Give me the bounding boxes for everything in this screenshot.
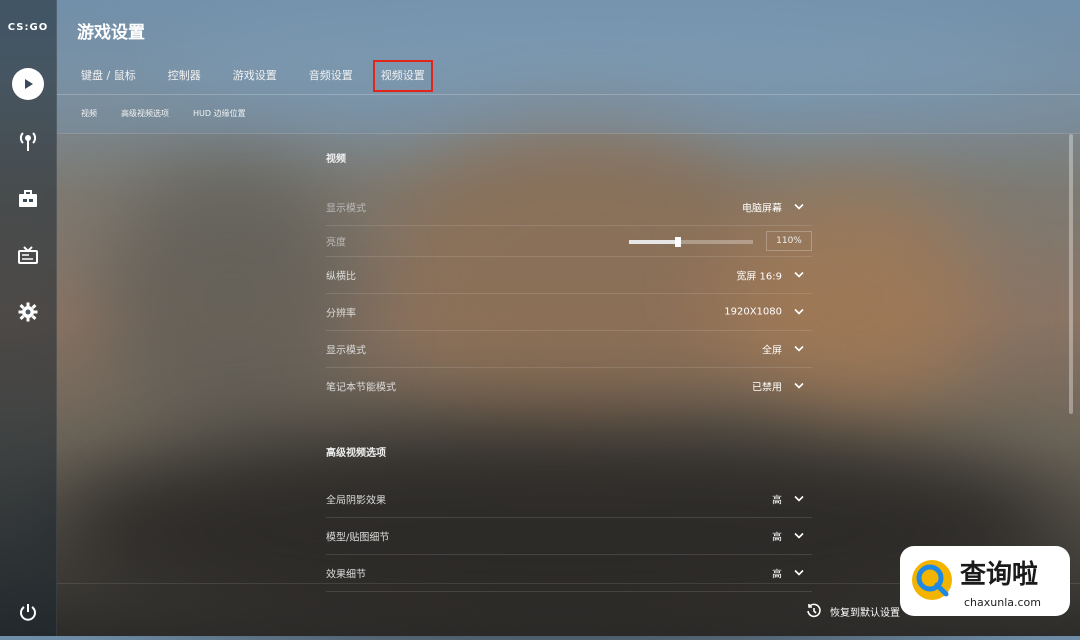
sub-tabs: 视频 高级视频选项 HUD 边缘位置 <box>81 108 270 119</box>
chevron-down-icon <box>794 569 804 576</box>
chevron-down-icon <box>794 382 804 389</box>
setting-row-model-texture[interactable]: 模型/贴图细节 高 <box>326 518 812 555</box>
setting-value: 全屏 <box>762 345 782 357</box>
divider <box>57 133 1080 134</box>
chevron-down-icon <box>794 271 804 278</box>
brightness-value: 110% <box>766 231 812 251</box>
setting-value: 高 <box>772 532 782 544</box>
setting-label: 笔记本节能模式 <box>326 382 396 394</box>
scrollbar[interactable] <box>1069 134 1073 414</box>
watermark-text: 查询啦 <box>960 560 1039 590</box>
slider-handle[interactable] <box>675 237 681 247</box>
setting-row-global-shadow[interactable]: 全局阴影效果 高 <box>326 481 812 518</box>
setting-value: 已禁用 <box>752 382 782 394</box>
divider <box>57 94 1080 95</box>
setting-value: 高 <box>772 495 782 507</box>
setting-label: 全局阴影效果 <box>326 495 386 507</box>
tab-video-settings[interactable]: 视频设置 <box>372 60 433 92</box>
setting-row-resolution[interactable]: 分辨率 1920X1080 <box>326 294 812 331</box>
power-icon <box>20 604 36 621</box>
subtab-advanced-video[interactable]: 高级视频选项 <box>121 108 169 119</box>
chevron-down-icon <box>794 532 804 539</box>
setting-label: 显示模式 <box>326 203 366 215</box>
watch-button[interactable] <box>12 125 44 157</box>
chevron-down-icon <box>794 495 804 502</box>
page-title: 游戏设置 <box>77 23 145 43</box>
setting-label: 纵横比 <box>326 271 356 283</box>
setting-row-brightness: 亮度 110% <box>326 226 812 257</box>
setting-row-display-mode[interactable]: 显示模式 电脑屏幕 <box>326 189 812 226</box>
brightness-slider[interactable] <box>629 237 753 247</box>
setting-value: 1920X1080 <box>724 306 782 318</box>
setting-row-power-saving[interactable]: 笔记本节能模式 已禁用 <box>326 368 812 404</box>
play-icon <box>12 68 44 100</box>
subtab-video[interactable]: 视频 <box>81 108 97 119</box>
setting-label: 效果细节 <box>326 569 366 581</box>
tab-audio-settings[interactable]: 音频设置 <box>297 60 365 92</box>
tab-keyboard-mouse[interactable]: 键盘 / 鼠标 <box>69 60 148 92</box>
setting-label: 模型/贴图细节 <box>326 532 390 544</box>
tab-controller[interactable]: 控制器 <box>156 60 213 92</box>
broadcast-icon <box>19 132 37 151</box>
restore-defaults-label: 恢复到默认设置 <box>830 607 900 619</box>
history-icon <box>807 603 821 618</box>
tv-button[interactable] <box>12 240 44 272</box>
setting-label: 分辨率 <box>326 308 356 320</box>
inventory-button[interactable] <box>12 183 44 215</box>
sidebar: CS:GO <box>0 0 57 636</box>
watermark-url: chaxunla.com <box>964 596 1041 609</box>
setting-value: 高 <box>772 569 782 581</box>
setting-value: 宽屏 16:9 <box>736 271 782 283</box>
tv-icon <box>18 246 38 264</box>
section-title-video: 视频 <box>326 154 346 165</box>
setting-row-aspect-ratio[interactable]: 纵横比 宽屏 16:9 <box>326 257 812 294</box>
gear-icon <box>18 302 38 322</box>
section-title-advanced: 高级视频选项 <box>326 448 386 459</box>
setting-label: 显示模式 <box>326 345 366 357</box>
setting-label: 亮度 <box>326 237 346 249</box>
settings-panel: 视频 显示模式 电脑屏幕 亮度 110% 纵横比 宽屏 16:9 分辨率 192… <box>326 150 812 592</box>
main-tabs: 键盘 / 鼠标 控制器 游戏设置 音频设置 视频设置 <box>69 60 441 92</box>
watermark: 查询啦 chaxunla.com <box>900 546 1070 616</box>
setting-row-display-mode-2[interactable]: 显示模式 全屏 <box>326 331 812 368</box>
settings-button[interactable] <box>12 296 44 328</box>
chevron-down-icon <box>794 203 804 210</box>
briefcase-icon <box>19 190 37 207</box>
quit-button[interactable] <box>12 596 44 628</box>
chevron-down-icon <box>794 308 804 315</box>
csgo-logo: CS:GO <box>7 22 49 33</box>
slider-fill <box>629 240 682 244</box>
tab-game-settings[interactable]: 游戏设置 <box>221 60 289 92</box>
search-logo-icon <box>912 560 952 600</box>
play-button[interactable] <box>12 68 44 100</box>
restore-defaults-button[interactable]: 恢复到默认设置 <box>806 603 900 619</box>
setting-value: 电脑屏幕 <box>742 203 782 215</box>
subtab-hud-edge[interactable]: HUD 边缘位置 <box>193 108 246 119</box>
chevron-down-icon <box>794 345 804 352</box>
setting-row-effect-detail[interactable]: 效果细节 高 <box>326 555 812 592</box>
